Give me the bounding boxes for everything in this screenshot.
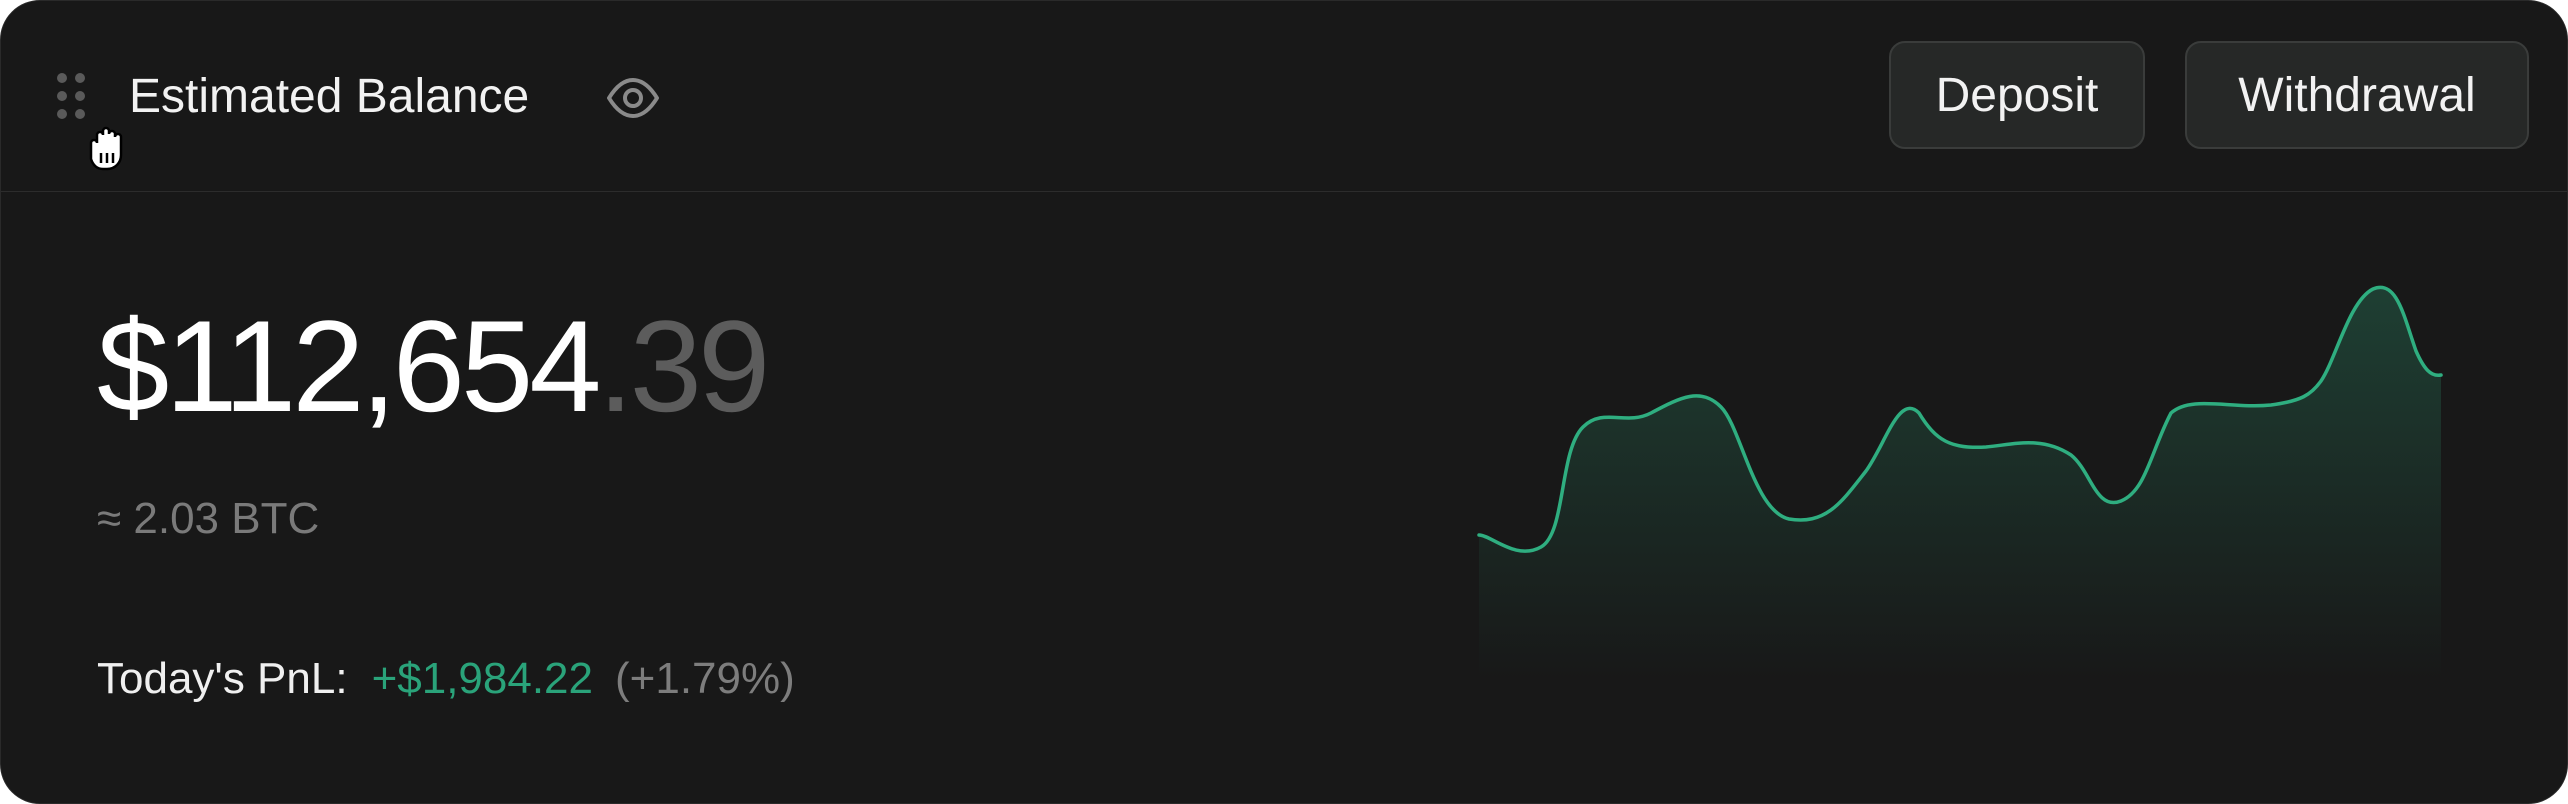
withdrawal-button[interactable]: Withdrawal	[2185, 41, 2529, 149]
deposit-button[interactable]: Deposit	[1889, 41, 2145, 149]
balance-sparkline	[1477, 285, 2443, 681]
pnl-value: +$1,984.22	[371, 654, 594, 703]
card-title: Estimated Balance	[129, 70, 530, 123]
balance-decimal: .39	[597, 293, 771, 439]
pnl-label: Today's PnL:	[97, 654, 348, 703]
balance-integer: $112,654	[97, 293, 602, 439]
hand-cursor-icon	[89, 126, 123, 171]
pnl-percent: (+1.79%)	[615, 654, 795, 703]
balance-card: Estimated Balance Deposit Withdrawal $11…	[0, 0, 2568, 804]
eye-icon[interactable]	[605, 71, 661, 125]
drag-handle-icon[interactable]	[57, 73, 89, 121]
sparkline-area	[1479, 287, 2441, 681]
card-header: Estimated Balance Deposit Withdrawal	[1, 1, 2567, 192]
todays-pnl: Today's PnL: +$1,984.22 (+1.79%)	[97, 649, 795, 709]
btc-equivalent: ≈ 2.03 BTC	[97, 494, 320, 543]
balance-amount: $112,654.39	[97, 291, 771, 441]
